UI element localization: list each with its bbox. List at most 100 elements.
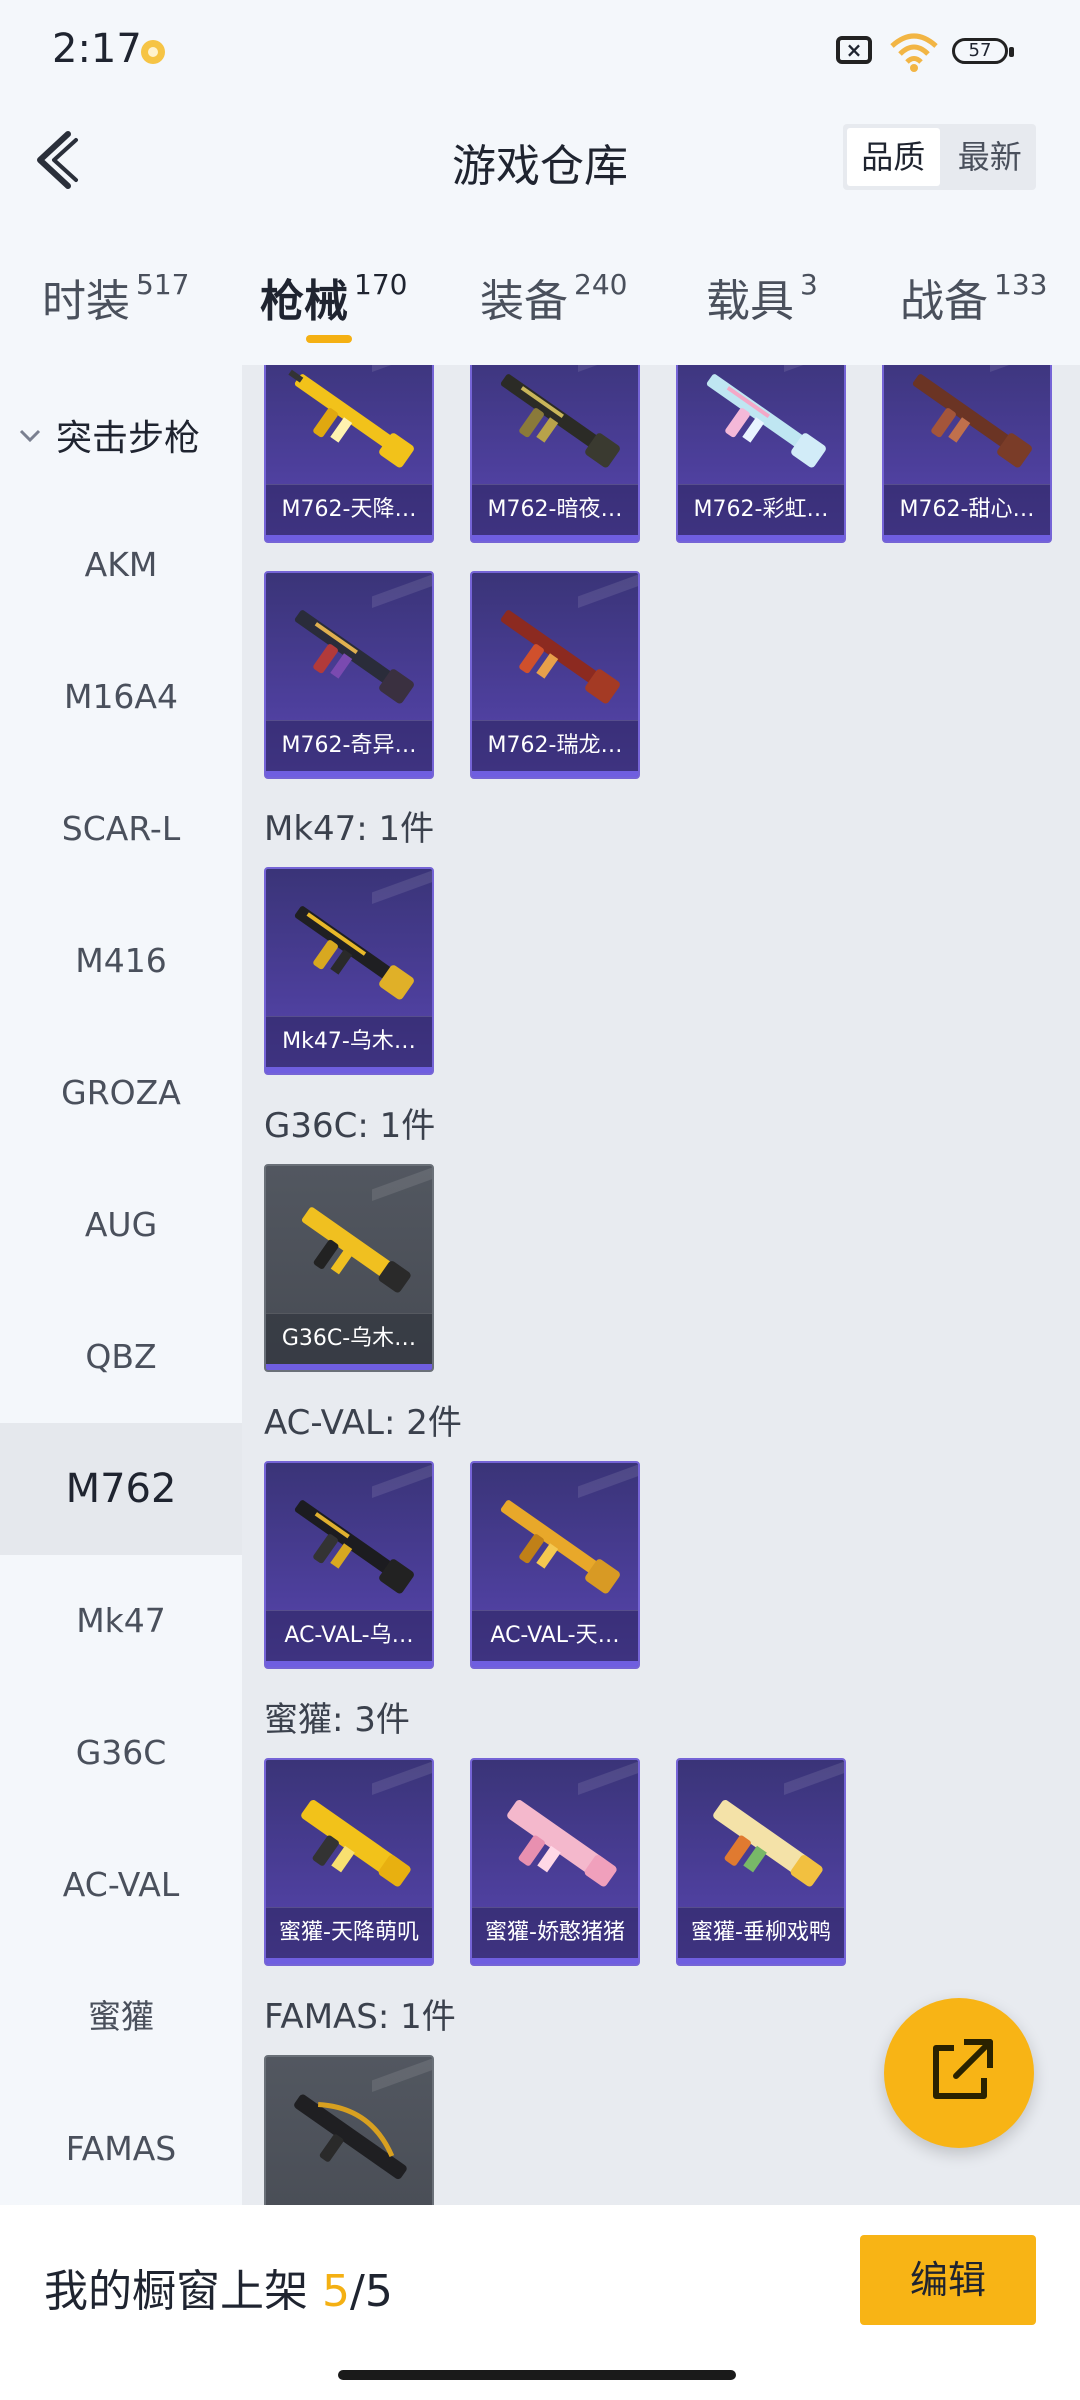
rarity-bar bbox=[678, 1958, 844, 1964]
tab-count: 517 bbox=[136, 268, 190, 301]
group-label-mk47: Mk47: 1件 bbox=[264, 809, 435, 849]
tab-guns[interactable]: 枪械 170 bbox=[260, 265, 407, 329]
skin-card[interactable]: M762-甜心… bbox=[882, 365, 1052, 543]
skin-card[interactable]: M762-奇异… bbox=[264, 571, 434, 779]
skin-card[interactable]: 蜜獾-娇憨猪猪 bbox=[470, 1758, 640, 1966]
rarity-bar bbox=[266, 535, 432, 541]
sidebar-category-assault-rifle[interactable]: 突击步枪 bbox=[0, 405, 242, 465]
share-button[interactable] bbox=[884, 1998, 1034, 2148]
gun-skin-image bbox=[294, 906, 414, 1000]
rarity-bar bbox=[884, 535, 1050, 541]
home-indicator[interactable] bbox=[338, 2370, 736, 2380]
status-time: 2:17 bbox=[52, 26, 142, 72]
gun-skin-image bbox=[294, 2094, 407, 2180]
skin-name: 蜜獾-天降萌叽 bbox=[266, 1907, 432, 1958]
battery-icon: 57 bbox=[952, 38, 1014, 64]
rarity-bar bbox=[678, 535, 844, 541]
gun-skin-image bbox=[500, 1500, 620, 1594]
gun-skin-image bbox=[912, 374, 1032, 468]
sidebar-item-m762[interactable]: M762 bbox=[0, 1423, 242, 1555]
skin-card[interactable]: G36C-乌木… bbox=[264, 1164, 434, 1372]
sidebar-item-g36c[interactable]: G36C bbox=[0, 1687, 242, 1819]
chevron-down-icon bbox=[19, 429, 41, 443]
status-bar: 2:17 × 57 bbox=[0, 0, 1080, 100]
sidebar-item-qbz[interactable]: QBZ bbox=[0, 1291, 242, 1423]
app-header: 游戏仓库 品质 最新 bbox=[0, 100, 1080, 220]
sidebar-item-m416[interactable]: M416 bbox=[0, 895, 242, 1027]
sidebar-item-ac-val[interactable]: AC-VAL bbox=[0, 1819, 242, 1951]
gun-skin-image bbox=[713, 1800, 823, 1887]
group-label-g36c: G36C: 1件 bbox=[264, 1106, 436, 1146]
rarity-bar bbox=[472, 535, 638, 541]
sidebar-item-famas[interactable]: FAMAS bbox=[0, 2083, 242, 2215]
gun-skin-image bbox=[500, 610, 620, 704]
weapon-sidebar: 突击步枪 AKM M16A4 SCAR-L M416 GROZA AUG QBZ… bbox=[0, 365, 242, 2205]
no-sim-icon: × bbox=[836, 36, 872, 64]
gun-skin-image bbox=[706, 374, 826, 468]
sort-newest-button[interactable]: 最新 bbox=[944, 124, 1037, 190]
skin-card[interactable]: M762-瑞龙… bbox=[470, 571, 640, 779]
tab-count: 3 bbox=[800, 268, 818, 301]
gun-skin-image bbox=[288, 369, 414, 468]
skin-card[interactable]: M762-暗夜… bbox=[470, 365, 640, 543]
skin-name: M762-彩虹… bbox=[678, 484, 844, 535]
gun-skin-image bbox=[301, 1800, 411, 1887]
tab-costume[interactable]: 时装 517 bbox=[42, 265, 189, 329]
skin-card[interactable]: Mk47-乌木… bbox=[264, 867, 434, 1075]
rarity-bar bbox=[266, 1067, 432, 1073]
sidebar-item-scar-l[interactable]: SCAR-L bbox=[0, 763, 242, 895]
sidebar-item-m16a4[interactable]: M16A4 bbox=[0, 631, 242, 763]
category-tabs: 时装 517 枪械 170 装备 240 载具 3 战备 133 bbox=[0, 245, 1080, 365]
skin-name: M762-天降… bbox=[266, 484, 432, 535]
tab-equipment[interactable]: 装备 240 bbox=[480, 265, 627, 329]
group-label-ac-val: AC-VAL: 2件 bbox=[264, 1403, 462, 1443]
edit-button[interactable]: 编辑 bbox=[860, 2235, 1036, 2325]
skin-name: AC-VAL-天… bbox=[472, 1610, 638, 1661]
skin-name: M762-甜心… bbox=[884, 484, 1050, 535]
weapon-grid: M762-天降… M762-暗夜… M762-彩虹… M762-甜心… M762… bbox=[242, 365, 1080, 2205]
tab-vehicles[interactable]: 载具 3 bbox=[706, 265, 818, 329]
skin-card[interactable] bbox=[264, 2055, 434, 2205]
gun-skin-image bbox=[294, 610, 414, 704]
showcase-label: 我的橱窗上架 bbox=[44, 2266, 322, 2317]
skin-card[interactable]: AC-VAL-乌… bbox=[264, 1461, 434, 1669]
skin-name: AC-VAL-乌… bbox=[266, 1610, 432, 1661]
rarity-bar bbox=[266, 1661, 432, 1667]
tab-supplies[interactable]: 战备 133 bbox=[900, 265, 1047, 329]
tab-label: 战备 bbox=[900, 276, 988, 327]
skin-card[interactable]: 蜜獾-垂柳戏鸭 bbox=[676, 1758, 846, 1966]
showcase-total: /5 bbox=[350, 2266, 393, 2317]
skin-card[interactable]: 蜜獾-天降萌叽 bbox=[264, 1758, 434, 1966]
rarity-bar bbox=[266, 1364, 432, 1370]
rarity-bar bbox=[266, 771, 432, 777]
tab-count: 240 bbox=[574, 268, 628, 301]
skin-card[interactable]: AC-VAL-天… bbox=[470, 1461, 640, 1669]
skin-card[interactable]: M762-天降… bbox=[264, 365, 434, 543]
sidebar-category-label: 突击步枪 bbox=[56, 418, 201, 459]
group-label-famas: FAMAS: 1件 bbox=[264, 1997, 456, 2037]
tab-count: 133 bbox=[994, 268, 1048, 301]
tab-count: 170 bbox=[354, 268, 408, 301]
share-icon bbox=[933, 2039, 993, 2099]
skin-name: M762-暗夜… bbox=[472, 484, 638, 535]
skin-name: M762-奇异… bbox=[266, 720, 432, 771]
skin-card[interactable]: M762-彩虹… bbox=[676, 365, 846, 543]
rarity-bar bbox=[472, 1958, 638, 1964]
rarity-bar bbox=[266, 1958, 432, 1964]
sidebar-item-groza[interactable]: GROZA bbox=[0, 1027, 242, 1159]
showcase-count: 5 bbox=[322, 2266, 350, 2317]
skin-name: G36C-乌木… bbox=[266, 1313, 432, 1364]
sidebar-item-mk47[interactable]: Mk47 bbox=[0, 1555, 242, 1687]
sort-toggle: 品质 最新 bbox=[843, 124, 1036, 190]
sidebar-item-aug[interactable]: AUG bbox=[0, 1159, 242, 1291]
sidebar-item-honeybadger[interactable]: 蜜獾 bbox=[0, 1951, 242, 2083]
gun-skin-image bbox=[500, 374, 620, 468]
skin-name: 蜜獾-娇憨猪猪 bbox=[472, 1907, 638, 1958]
sort-quality-button[interactable]: 品质 bbox=[847, 128, 940, 186]
sidebar-item-akm[interactable]: AKM bbox=[0, 499, 242, 631]
gun-skin-image bbox=[294, 1500, 414, 1594]
tab-label: 载具 bbox=[706, 276, 794, 327]
rarity-bar bbox=[472, 771, 638, 777]
active-tab-indicator bbox=[306, 335, 352, 343]
skin-name: 蜜獾-垂柳戏鸭 bbox=[678, 1907, 844, 1958]
